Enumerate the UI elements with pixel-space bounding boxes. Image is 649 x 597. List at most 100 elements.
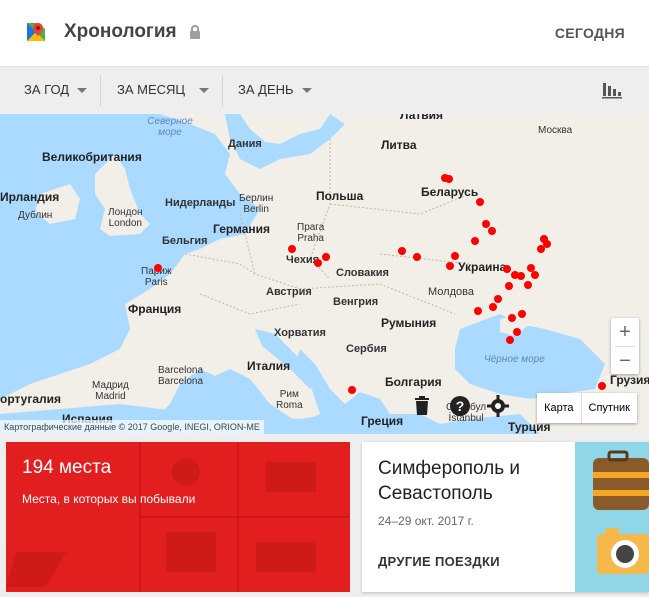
map-label-portugal: ортугалия [0,392,62,406]
zoom-control: + − [611,318,639,374]
map-label-austria: Австрия [266,286,312,298]
trash-icon[interactable] [410,394,434,418]
places-card[interactable]: 194 места Места, в которых вы побывали [6,442,350,592]
map-attribution: Картографические данные © 2017 Google, I… [0,420,264,434]
visit-marker[interactable] [398,247,406,255]
map-label-france: Франция [128,302,182,316]
visit-marker[interactable] [524,281,532,289]
help-icon[interactable]: ? [448,394,472,418]
visit-marker[interactable] [476,198,484,206]
visit-marker[interactable] [531,271,539,279]
trip-illustration [575,442,649,592]
map-label-ireland: Ирландия [0,190,60,204]
map-action-icons: ? [410,394,510,418]
summary-cards: 194 места Места, в которых вы побывали С… [0,434,649,597]
visit-marker[interactable] [154,264,162,272]
timeline-map[interactable]: Латвия Литва Беларусь Польша Украина Мол… [0,114,649,434]
caret-down-icon [199,88,210,94]
filter-toolbar: ЗА ГОД ЗА МЕСЯЦ ЗА ДЕНЬ [0,66,649,114]
visit-marker[interactable] [518,310,526,318]
visit-marker[interactable] [489,303,497,311]
map-label-rome: Рим Roma [276,389,303,411]
map-label-denmark: Дания [228,138,262,150]
visit-marker[interactable] [314,259,322,267]
map-label-ukraine: Украина [458,260,507,274]
settings-gear-icon[interactable] [486,394,510,418]
map-label-prague: Прага Praha [297,222,325,244]
visit-marker[interactable] [322,253,330,261]
caret-down-icon [77,88,88,94]
day-dropdown-label: ЗА ДЕНЬ [238,82,294,97]
visit-marker[interactable] [451,252,459,260]
visit-marker[interactable] [598,382,606,390]
map-label-bulgaria: Болгария [385,375,442,389]
lock-icon [190,25,200,39]
trip-dates: 24–29 окт. 2017 г. [378,514,474,528]
map-label-madrid: Мадрид Madrid [92,380,129,402]
map-label-belarus: Беларусь [421,185,479,199]
places-count: 194 места [22,457,112,478]
visit-marker[interactable] [513,328,521,336]
visit-marker[interactable] [517,272,525,280]
map-label-uk: Великобритания [42,150,142,164]
map-label-slovakia: Словакия [336,267,389,279]
month-dropdown[interactable]: ЗА МЕСЯЦ [117,82,210,97]
map-label-netherlands: Нидерланды [165,197,236,209]
map-label-barcelona: Barcelona Barcelona [158,365,204,387]
places-subtitle: Места, в которых вы побывали [22,492,196,506]
year-dropdown-label: ЗА ГОД [24,82,70,97]
divider [222,75,223,107]
visit-marker[interactable] [508,314,516,322]
visit-marker[interactable] [503,265,511,273]
map-label-belgium: Бельгия [162,235,208,247]
trip-title: Симферополь и Севастополь [378,458,521,504]
visit-marker[interactable] [288,245,296,253]
today-button[interactable]: СЕГОДНЯ [555,25,625,41]
map-label-moscow: Москва [538,125,573,136]
map-label-romania: Румыния [381,316,437,330]
year-dropdown[interactable]: ЗА ГОД [24,82,88,97]
visit-marker[interactable] [471,237,479,245]
map-label-black-sea: Чёрное море [484,354,545,365]
map-label-north-sea: Северное море [147,116,193,138]
zoom-out-button[interactable]: − [611,347,639,375]
map-label-hungary: Венгрия [333,296,379,308]
map-label-italy: Италия [247,359,291,373]
visit-marker[interactable] [446,262,454,270]
visit-marker[interactable] [505,282,513,290]
google-maps-logo-icon [27,23,45,41]
map-label-germany: Германия [213,222,271,236]
map-label-croatia: Хорватия [274,327,326,339]
svg-text:?: ? [456,398,465,414]
map-label-latvia: Латвия [400,114,444,122]
map-label-london: Лондон London [108,207,143,229]
satellite-type-button[interactable]: Спутник [582,393,637,423]
visit-marker[interactable] [348,386,356,394]
visit-marker[interactable] [474,307,482,315]
map-label-georgia: Грузия [610,373,649,387]
month-dropdown-label: ЗА МЕСЯЦ [117,82,186,97]
day-dropdown[interactable]: ЗА ДЕНЬ [238,82,312,97]
visit-marker[interactable] [413,253,421,261]
map-label-dublin: Дублин [18,210,53,221]
map-type-control: Карта Спутник [537,393,637,423]
suitcase-camera-icon [593,450,649,574]
visit-marker[interactable] [543,240,551,248]
map-label-moldova: Молдова [428,286,474,298]
visit-marker[interactable] [494,295,502,303]
map-type-button[interactable]: Карта [537,393,580,423]
divider [100,75,101,107]
header: Хронология СЕГОДНЯ [0,0,649,66]
map-label-serbia: Сербия [346,343,387,355]
map-label-greece: Греция [361,414,404,428]
more-trips-button[interactable]: ДРУГИЕ ПОЕЗДКИ [378,554,500,569]
map-label-poland: Польша [316,189,364,203]
caret-down-icon [301,88,312,94]
trip-card[interactable]: Симферополь и Севастополь 24–29 окт. 201… [362,442,649,592]
map-label-lithuania: Литва [381,138,417,152]
visit-marker[interactable] [506,336,514,344]
bar-chart-icon[interactable] [601,78,623,100]
visit-marker[interactable] [488,227,496,235]
zoom-in-button[interactable]: + [611,318,639,346]
visit-marker[interactable] [445,175,453,183]
